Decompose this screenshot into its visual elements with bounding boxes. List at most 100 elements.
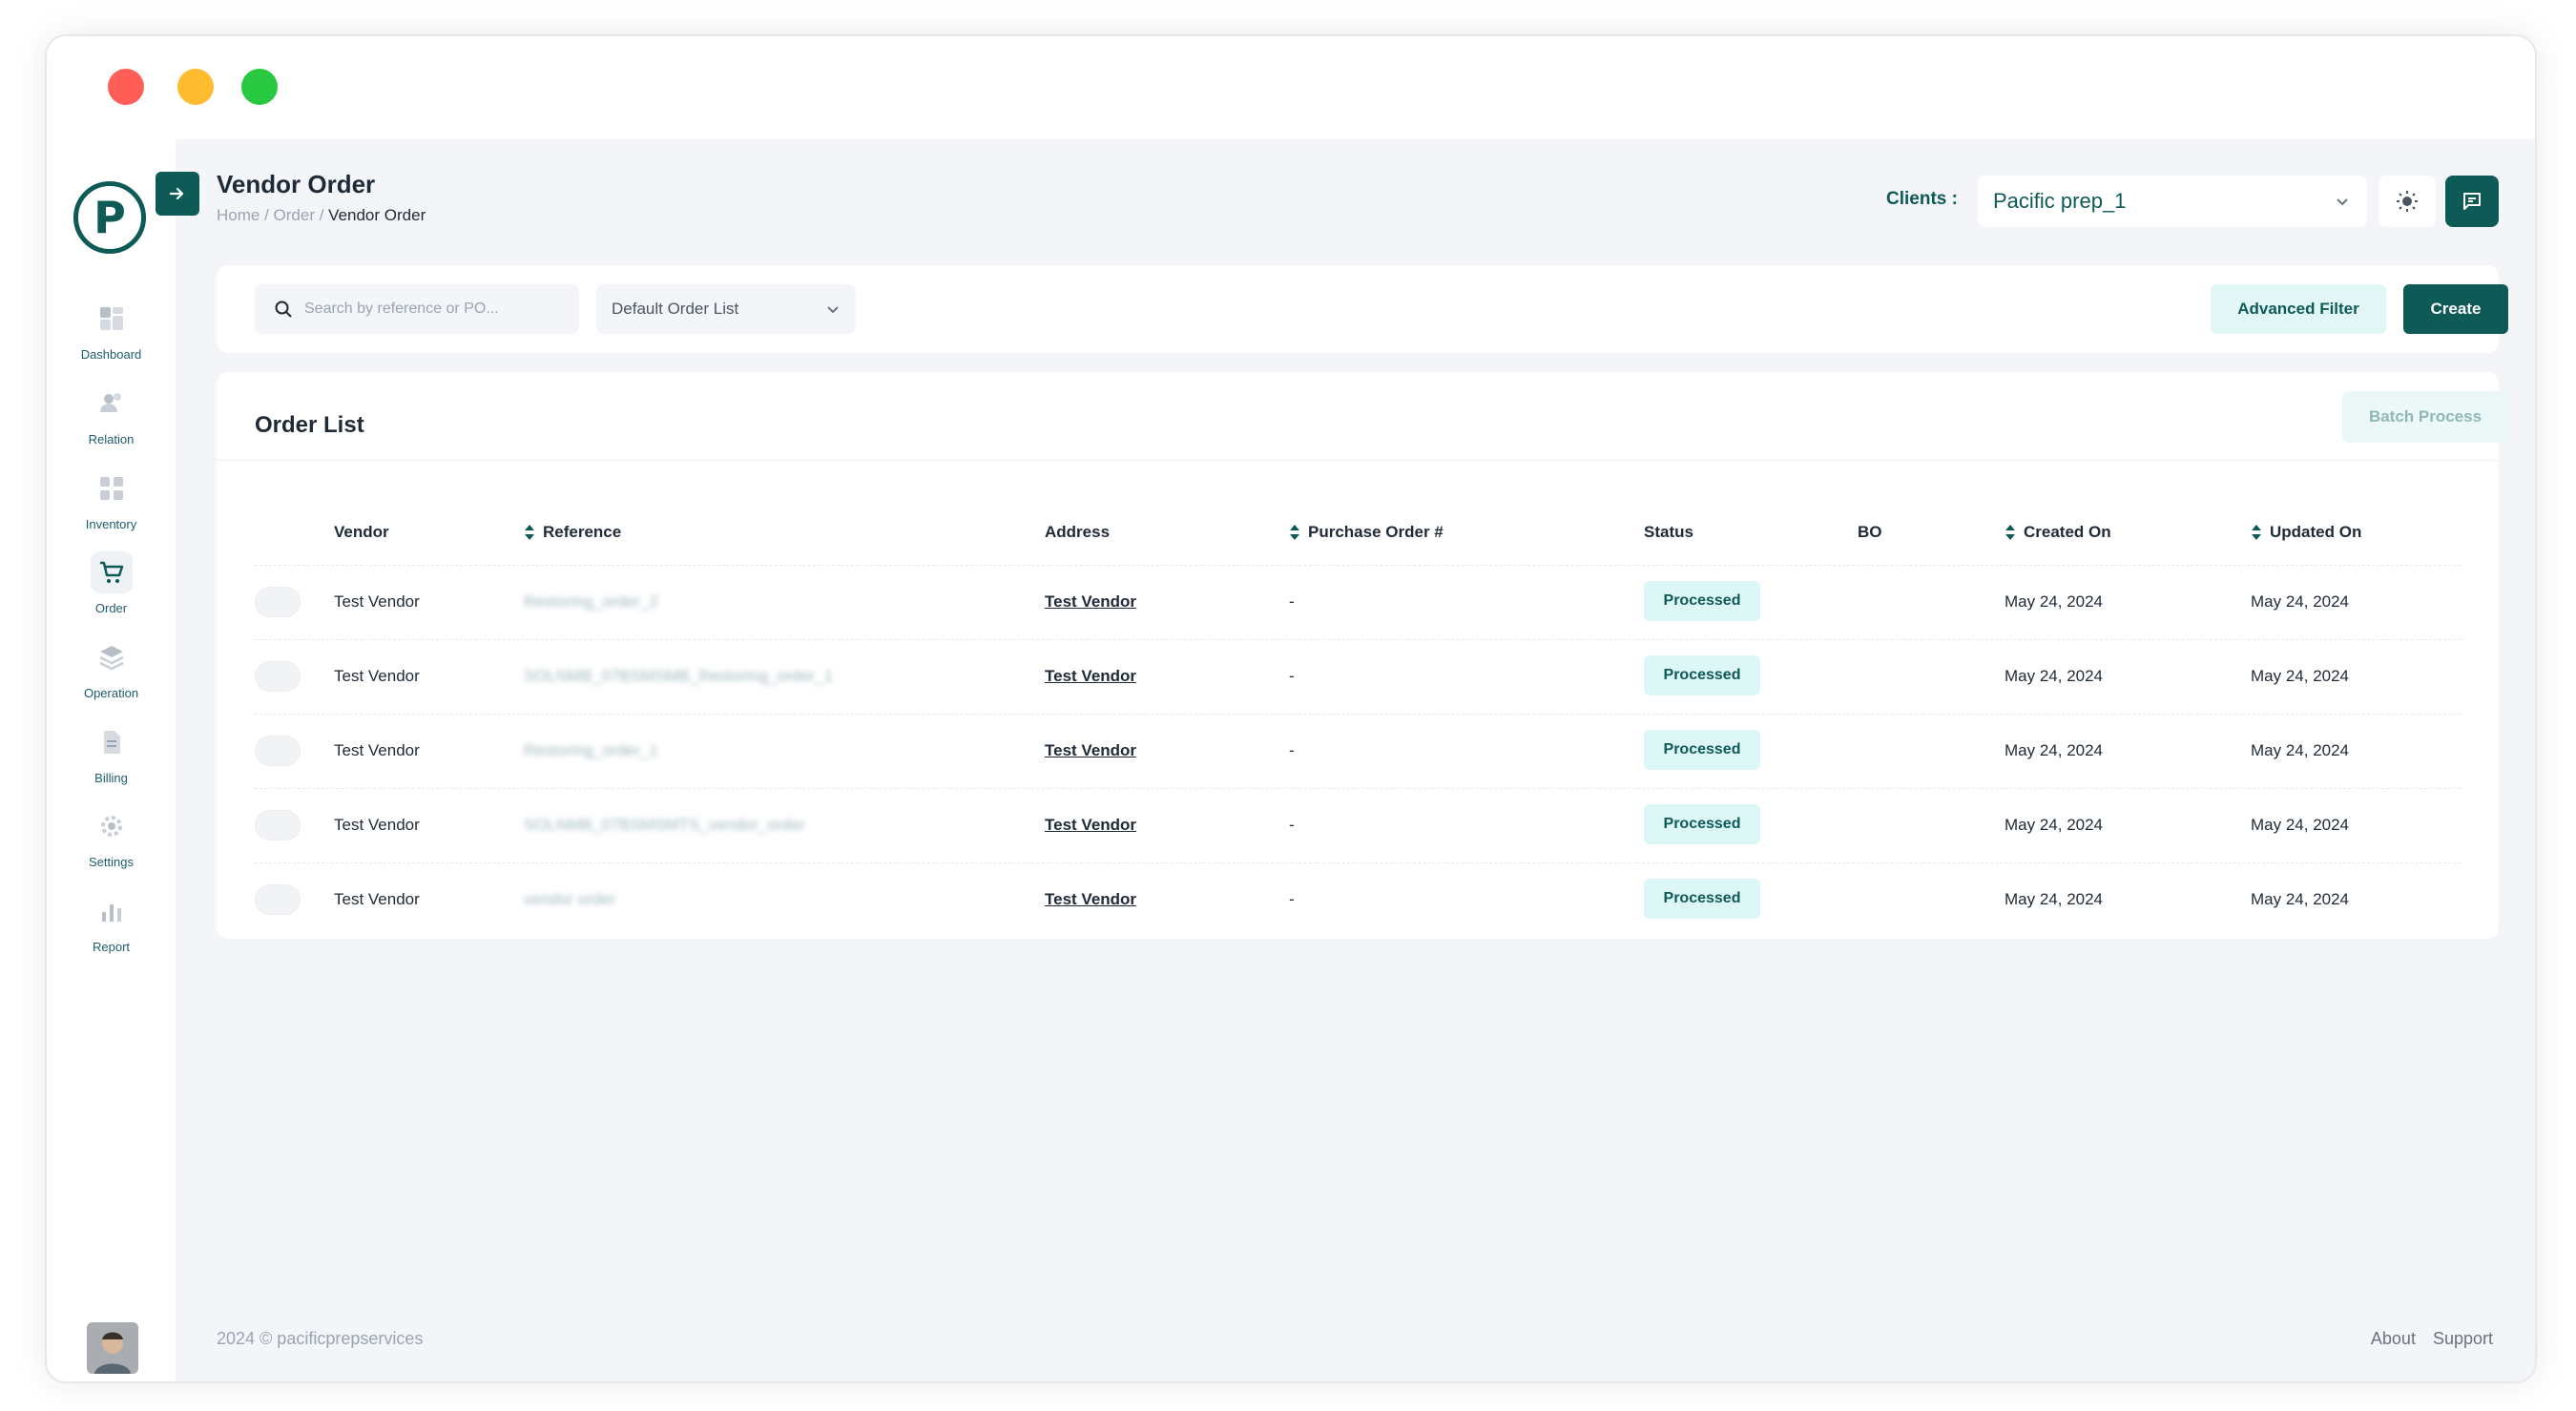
column-header-purchase-order[interactable]: Purchase Order #: [1289, 523, 1444, 542]
column-header-vendor: Vendor: [334, 523, 389, 542]
column-header-updated-on[interactable]: Updated On: [2251, 523, 2361, 542]
create-button[interactable]: Create: [2403, 284, 2508, 334]
sidebar-item-settings[interactable]: Settings: [47, 805, 176, 869]
column-header-status: Status: [1644, 523, 1693, 542]
created-on-cell: May 24, 2024: [2005, 741, 2104, 759]
vendor-cell: Test Vendor: [334, 667, 420, 685]
row-select-toggle[interactable]: [255, 884, 301, 915]
po-cell: -: [1289, 667, 1295, 685]
reference-cell[interactable]: Restoring_order_1: [524, 741, 658, 760]
table-row[interactable]: Test Vendor vendor order Test Vendor - P…: [255, 862, 2461, 937]
sort-icon: [2252, 525, 2261, 540]
vendor-cell: Test Vendor: [334, 890, 420, 908]
sidebar-item-dashboard[interactable]: Dashboard: [47, 298, 176, 362]
sidebar-item-relation[interactable]: Relation: [47, 383, 176, 446]
row-select-toggle[interactable]: [255, 587, 301, 617]
breadcrumb-order[interactable]: Order: [274, 206, 315, 224]
sidebar-item-operation[interactable]: Operation: [47, 636, 176, 700]
dashboard-icon: [91, 298, 133, 340]
app-window: P Dashboard Relation Inventory Order Ope…: [45, 34, 2537, 1383]
sidebar-item-billing[interactable]: Billing: [47, 721, 176, 785]
order-list-card: Order List Batch Process Vendor Referenc…: [217, 372, 2508, 939]
cart-icon: [90, 551, 133, 593]
vendor-cell: Test Vendor: [334, 816, 420, 834]
table-row[interactable]: Test Vendor Restoring_order_1 Test Vendo…: [255, 714, 2461, 788]
created-on-cell: May 24, 2024: [2005, 592, 2104, 611]
page-title: Vendor Order: [217, 170, 376, 198]
advanced-filter-button[interactable]: Advanced Filter: [2211, 284, 2386, 334]
address-link[interactable]: Test Vendor: [1045, 667, 1136, 686]
gear-icon: [91, 805, 133, 847]
column-header-created-on[interactable]: Created On: [2005, 523, 2111, 542]
batch-process-button[interactable]: Batch Process: [2342, 391, 2508, 443]
client-select-value: Pacific prep_1: [1993, 189, 2127, 213]
theme-toggle-button[interactable]: [2379, 176, 2436, 227]
about-link[interactable]: About: [2371, 1329, 2416, 1349]
updated-on-cell: May 24, 2024: [2251, 741, 2350, 759]
column-header-label: Reference: [543, 523, 622, 541]
table-row[interactable]: Test Vendor Restoring_order_2 Test Vendo…: [255, 565, 2461, 639]
status-badge: Processed: [1644, 581, 1760, 621]
brand-logo[interactable]: P: [73, 181, 146, 254]
po-cell: -: [1289, 816, 1295, 834]
updated-on-cell: May 24, 2024: [2251, 890, 2350, 908]
sidebar: P Dashboard Relation Inventory Order Ope…: [47, 139, 176, 1381]
row-select-toggle[interactable]: [255, 736, 301, 766]
reference-cell[interactable]: SOLNMB_07BSMSMTS_vendor_order: [524, 816, 805, 835]
updated-on-cell: May 24, 2024: [2251, 816, 2350, 834]
status-badge: Processed: [1644, 879, 1760, 919]
column-header-reference[interactable]: Reference: [524, 523, 621, 542]
maximize-window-button[interactable]: [241, 69, 278, 105]
address-link[interactable]: Test Vendor: [1045, 890, 1136, 909]
window-titlebar: [47, 36, 2535, 139]
row-select-toggle[interactable]: [255, 661, 301, 692]
column-header-address: Address: [1045, 523, 1110, 542]
sort-icon: [525, 525, 534, 540]
reference-cell[interactable]: SOLNMB_07BSMSMB_Restoring_order_1: [524, 667, 833, 686]
reference-cell[interactable]: vendor order: [524, 890, 615, 909]
message-icon: [2463, 193, 2481, 210]
search-input[interactable]: [304, 301, 552, 318]
address-link[interactable]: Test Vendor: [1045, 816, 1136, 835]
column-header-label: Address: [1045, 523, 1111, 541]
bar-chart-icon: [91, 890, 133, 932]
sidebar-item-order[interactable]: Order: [47, 551, 176, 615]
sidebar-item-inventory[interactable]: Inventory: [47, 467, 176, 531]
address-link[interactable]: Test Vendor: [1045, 592, 1136, 612]
sort-icon: [2005, 525, 2015, 540]
column-header-label: Purchase Order #: [1308, 523, 1444, 541]
reference-cell[interactable]: Restoring_order_2: [524, 592, 658, 612]
clients-label: Clients :: [1886, 189, 1958, 209]
client-select[interactable]: Pacific prep_1: [1978, 176, 2367, 227]
column-header-label: Status: [1644, 523, 1693, 541]
search-icon: [275, 301, 292, 318]
breadcrumb: Home / Order / Vendor Order: [217, 206, 426, 224]
created-on-cell: May 24, 2024: [2005, 890, 2104, 908]
toolbar-card: Default Order List Advanced Filter Creat…: [217, 265, 2508, 353]
support-link[interactable]: Support: [2433, 1329, 2493, 1349]
order-list-select[interactable]: Default Order List: [596, 284, 856, 334]
table-row[interactable]: Test Vendor SOLNMB_07BSMSMTS_vendor_orde…: [255, 788, 2461, 862]
search-box[interactable]: [255, 284, 579, 334]
updated-on-cell: May 24, 2024: [2251, 592, 2350, 611]
inventory-icon: [91, 467, 133, 509]
expand-sidebar-button[interactable]: [156, 172, 199, 216]
po-cell: -: [1289, 741, 1295, 759]
row-select-toggle[interactable]: [255, 810, 301, 840]
address-link[interactable]: Test Vendor: [1045, 741, 1136, 760]
divider: [217, 460, 2499, 461]
minimize-window-button[interactable]: [177, 69, 214, 105]
close-window-button[interactable]: [108, 69, 144, 105]
chat-button[interactable]: [2445, 176, 2499, 227]
user-avatar[interactable]: [87, 1322, 138, 1374]
table-row[interactable]: Test Vendor SOLNMB_07BSMSMB_Restoring_or…: [255, 639, 2461, 714]
updated-on-cell: May 24, 2024: [2251, 667, 2350, 685]
breadcrumb-home[interactable]: Home: [217, 206, 260, 224]
po-cell: -: [1289, 890, 1295, 908]
column-header-label: Updated On: [2270, 523, 2362, 541]
sidebar-item-report[interactable]: Report: [47, 890, 176, 954]
column-header-label: BO: [1858, 523, 1882, 541]
chevron-down-icon: [827, 306, 839, 314]
footer-copyright: 2024 © pacificprepservices: [217, 1329, 424, 1348]
po-cell: -: [1289, 592, 1295, 611]
